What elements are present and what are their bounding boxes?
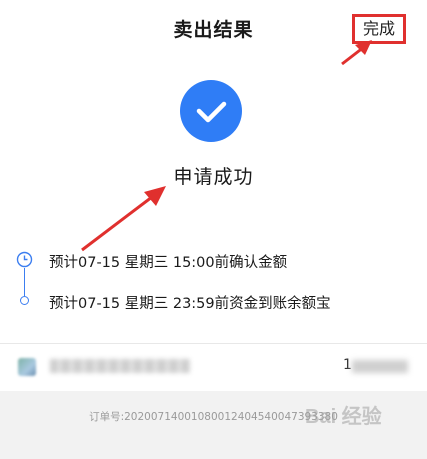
success-message: 申请成功 <box>173 166 254 188</box>
asset-amount: 1 <box>343 357 352 373</box>
timeline-step-arrival: 预计07-15 星期三 23:59前资金到账余额宝 <box>49 296 331 312</box>
timeline-connector <box>24 268 25 296</box>
success-icon-circle <box>180 80 242 142</box>
timeline-step-confirm: 预计07-15 星期三 15:00前确认金额 <box>49 255 288 271</box>
dot-icon <box>20 296 29 305</box>
clock-icon <box>16 251 33 268</box>
asset-row[interactable]: 1 <box>0 344 427 390</box>
done-button[interactable]: 完成 <box>352 14 406 44</box>
header-bar: 卖出结果 完成 <box>0 0 427 58</box>
asset-name-blurred <box>50 359 190 373</box>
watermark-text: Bai 经验 <box>305 406 382 428</box>
asset-amount-blurred <box>352 360 408 373</box>
watermark-logo: Bai 经验 <box>305 400 420 452</box>
check-icon <box>196 101 227 123</box>
fund-icon <box>18 358 36 376</box>
